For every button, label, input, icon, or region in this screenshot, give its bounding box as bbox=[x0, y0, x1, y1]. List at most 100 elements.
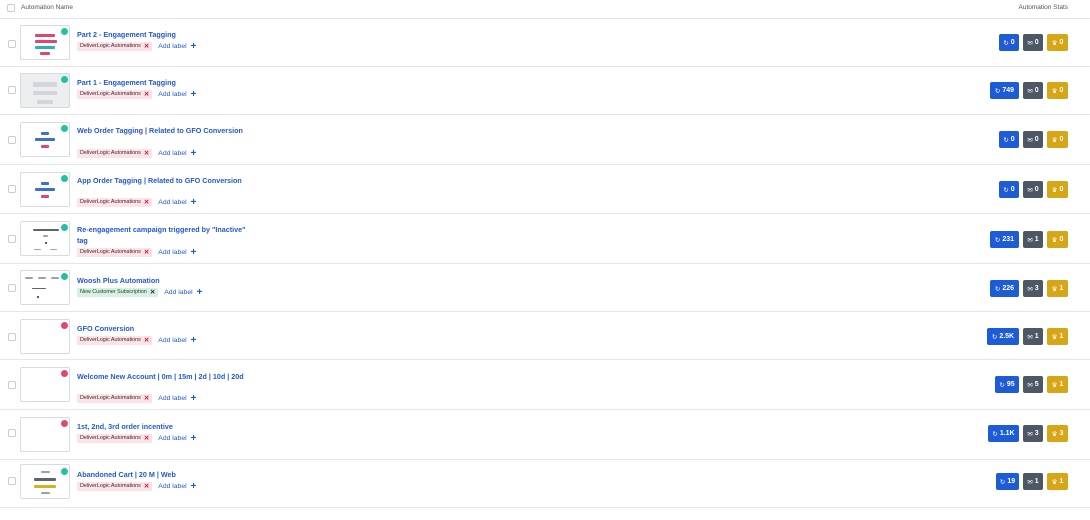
row-checkbox[interactable] bbox=[8, 235, 16, 243]
add-label-button[interactable]: Add label + bbox=[164, 287, 202, 297]
add-label-button[interactable]: Add label + bbox=[158, 41, 196, 51]
row-checkbox[interactable] bbox=[8, 429, 16, 437]
emails-stat-badge[interactable]: ✉ 1 bbox=[1023, 231, 1043, 248]
automation-title-link[interactable]: Web Order Tagging | Related to GFO Conve… bbox=[77, 125, 252, 136]
contacts-stat-badge[interactable]: ↻ 0 bbox=[999, 131, 1019, 148]
emails-stat-badge[interactable]: ✉ 1 bbox=[1023, 328, 1043, 345]
automation-title-link[interactable]: Welcome New Account | 0m | 15m | 2d | 10… bbox=[77, 371, 252, 382]
automations-list: Automation Name Automation Stats Part 2 … bbox=[0, 0, 1090, 520]
remove-label-icon[interactable]: ✕ bbox=[144, 482, 149, 491]
row-checkbox[interactable] bbox=[8, 284, 16, 292]
table-row[interactable]: Welcome New Account | 0m | 15m | 2d | 10… bbox=[0, 360, 1090, 410]
contacts-stat-badge[interactable]: ↻ 0 bbox=[999, 34, 1019, 51]
add-label-button[interactable]: Add label + bbox=[158, 197, 196, 207]
emails-stat-badge[interactable]: ✉ 0 bbox=[1023, 131, 1043, 148]
label-tag-text: DeliverLogic Automations bbox=[80, 43, 141, 49]
automation-title-link[interactable]: App Order Tagging | Related to GFO Conve… bbox=[77, 175, 252, 186]
add-label-text: Add label bbox=[158, 395, 187, 402]
table-row[interactable]: Part 2 - Engagement Tagging DeliverLogic… bbox=[0, 19, 1090, 67]
automation-title-link[interactable]: Part 2 - Engagement Tagging bbox=[77, 29, 252, 40]
contacts-stat-badge[interactable]: ↻ 19 bbox=[996, 473, 1019, 490]
emails-stat-badge[interactable]: ✉ 3 bbox=[1023, 425, 1043, 442]
goals-stat-badge[interactable]: ♛ 0 bbox=[1047, 231, 1068, 248]
label-row: DeliverLogic Automations ✕ Add label + bbox=[77, 89, 196, 100]
table-row[interactable]: App Order Tagging | Related to GFO Conve… bbox=[0, 165, 1090, 214]
emails-count: 1 bbox=[1034, 333, 1039, 340]
remove-label-icon[interactable]: ✕ bbox=[144, 42, 149, 51]
remove-label-icon[interactable]: ✕ bbox=[144, 336, 149, 345]
goals-count: 3 bbox=[1059, 430, 1064, 437]
remove-label-icon[interactable]: ✕ bbox=[150, 288, 155, 297]
goals-stat-badge[interactable]: ♛ 3 bbox=[1047, 425, 1068, 442]
goals-stat-badge[interactable]: ♛ 0 bbox=[1047, 34, 1068, 51]
goals-stat-badge[interactable]: ♛ 1 bbox=[1047, 328, 1068, 345]
label-tag: New Customer Subscription ✕ bbox=[77, 288, 159, 297]
remove-label-icon[interactable]: ✕ bbox=[144, 394, 149, 403]
automation-title-link[interactable]: 1st, 2nd, 3rd order incentive bbox=[77, 421, 252, 432]
contacts-stat-badge[interactable]: ↻ 2.5K bbox=[987, 328, 1019, 345]
table-row[interactable]: 1st, 2nd, 3rd order incentive DeliverLog… bbox=[0, 410, 1090, 460]
automation-title-link[interactable]: GFO Conversion bbox=[77, 323, 252, 334]
row-checkbox[interactable] bbox=[8, 185, 16, 193]
table-row[interactable]: Part 1 - Engagement Tagging DeliverLogic… bbox=[0, 67, 1090, 115]
goals-stat-badge[interactable]: ♛ 0 bbox=[1047, 82, 1068, 99]
goals-stat-badge[interactable]: ♛ 0 bbox=[1047, 131, 1068, 148]
emails-stat-badge[interactable]: ✉ 0 bbox=[1023, 82, 1043, 99]
add-label-text: Add label bbox=[158, 91, 187, 98]
add-label-button[interactable]: Add label + bbox=[158, 335, 196, 345]
automation-title-link[interactable]: Woosh Plus Automation bbox=[77, 275, 252, 286]
remove-label-icon[interactable]: ✕ bbox=[144, 149, 149, 158]
contacts-stat-badge[interactable]: ↻ 749 bbox=[990, 82, 1019, 99]
select-all-checkbox[interactable] bbox=[7, 4, 15, 12]
row-checkbox[interactable] bbox=[8, 136, 16, 144]
emails-stat-badge[interactable]: ✉ 5 bbox=[1023, 376, 1043, 393]
envelope-icon: ✉ bbox=[1027, 236, 1033, 244]
automation-title-link[interactable]: Part 1 - Engagement Tagging bbox=[77, 77, 252, 88]
table-row[interactable]: Web Order Tagging | Related to GFO Conve… bbox=[0, 115, 1090, 165]
remove-label-icon[interactable]: ✕ bbox=[144, 90, 149, 99]
emails-stat-badge[interactable]: ✉ 0 bbox=[1023, 34, 1043, 51]
add-label-button[interactable]: Add label + bbox=[158, 148, 196, 158]
table-row[interactable]: GFO Conversion DeliverLogic Automations ✕… bbox=[0, 312, 1090, 360]
emails-stat-badge[interactable]: ✉ 1 bbox=[1023, 473, 1043, 490]
status-dot bbox=[61, 468, 68, 475]
goals-stat-badge[interactable]: ♛ 0 bbox=[1047, 181, 1068, 198]
table-row[interactable]: Abandoned Cart | 20 M | Web DeliverLogic… bbox=[0, 460, 1090, 508]
add-label-button[interactable]: Add label + bbox=[158, 433, 196, 443]
table-row[interactable]: Re-engagement campaign triggered by "Ina… bbox=[0, 214, 1090, 264]
emails-count: 5 bbox=[1034, 381, 1039, 388]
refresh-icon: ↻ bbox=[1003, 186, 1009, 194]
contacts-stat-badge[interactable]: ↻ 231 bbox=[990, 231, 1019, 248]
row-checkbox[interactable] bbox=[8, 86, 16, 94]
goals-stat-badge[interactable]: ♛ 1 bbox=[1047, 280, 1068, 297]
status-dot bbox=[61, 76, 68, 83]
row-checkbox[interactable] bbox=[8, 477, 16, 485]
row-checkbox[interactable] bbox=[8, 381, 16, 389]
status-dot bbox=[61, 125, 68, 132]
add-label-text: Add label bbox=[164, 289, 193, 296]
goals-stat-badge[interactable]: ♛ 1 bbox=[1047, 376, 1068, 393]
contacts-stat-badge[interactable]: ↻ 1.1K bbox=[988, 425, 1019, 442]
add-label-text: Add label bbox=[158, 435, 187, 442]
add-label-button[interactable]: Add label + bbox=[158, 393, 196, 403]
contacts-count: 95 bbox=[1006, 381, 1015, 388]
contacts-stat-badge[interactable]: ↻ 226 bbox=[990, 280, 1019, 297]
automation-title-link[interactable]: Re-engagement campaign triggered by "Ina… bbox=[77, 224, 252, 246]
emails-stat-badge[interactable]: ✉ 3 bbox=[1023, 280, 1043, 297]
contacts-stat-badge[interactable]: ↻ 95 bbox=[995, 376, 1019, 393]
remove-label-icon[interactable]: ✕ bbox=[144, 434, 149, 443]
trophy-icon: ♛ bbox=[1051, 285, 1058, 293]
goals-stat-badge[interactable]: ♛ 1 bbox=[1047, 473, 1068, 490]
row-checkbox[interactable] bbox=[8, 333, 16, 341]
automation-title-link[interactable]: Abandoned Cart | 20 M | Web bbox=[77, 469, 252, 480]
contacts-stat-badge[interactable]: ↻ 0 bbox=[999, 181, 1019, 198]
remove-label-icon[interactable]: ✕ bbox=[144, 198, 149, 207]
remove-label-icon[interactable]: ✕ bbox=[144, 248, 149, 257]
row-checkbox[interactable] bbox=[8, 40, 16, 48]
add-label-button[interactable]: Add label + bbox=[158, 247, 196, 257]
table-row[interactable]: Woosh Plus Automation New Customer Subsc… bbox=[0, 264, 1090, 312]
add-label-button[interactable]: Add label + bbox=[158, 481, 196, 491]
emails-count: 3 bbox=[1034, 430, 1039, 437]
add-label-button[interactable]: Add label + bbox=[158, 89, 196, 99]
emails-stat-badge[interactable]: ✉ 0 bbox=[1023, 181, 1043, 198]
